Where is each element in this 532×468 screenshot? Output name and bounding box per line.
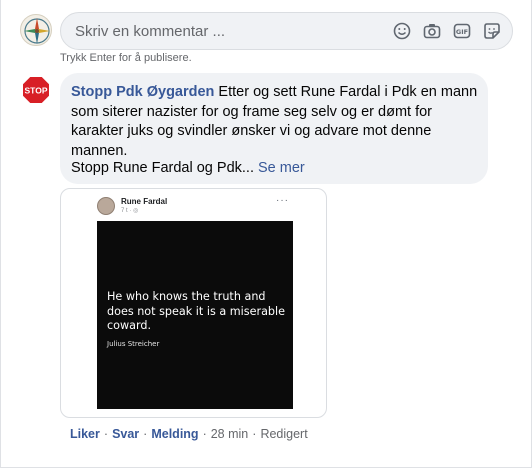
post-author-avatar	[97, 197, 115, 215]
separator-dot: ·	[143, 427, 148, 441]
comment-body: Stopp Pdk Øygarden Etter og sett Rune Far…	[71, 83, 481, 161]
comment-text-truncated: Stopp Rune Fardal og Pdk... Se mer	[71, 160, 305, 176]
timestamp[interactable]: 28 min	[211, 427, 249, 441]
attached-image[interactable]: Rune Fardal 7 t · ◎ ··· He who knows the…	[60, 188, 327, 418]
comment-composer[interactable]: Skriv en kommentar ... GIF	[60, 12, 513, 50]
composer-placeholder[interactable]: Skriv en kommentar ...	[75, 23, 225, 40]
stop-sign-text: STOP	[25, 86, 48, 96]
see-more-link[interactable]: Se mer	[258, 160, 305, 176]
sticker-icon[interactable]	[482, 21, 502, 41]
reply-button[interactable]: Svar	[112, 427, 139, 441]
message-button[interactable]: Melding	[151, 427, 198, 441]
edited-label[interactable]: Redigert	[260, 427, 307, 441]
more-options-icon: ···	[276, 195, 289, 206]
user-avatar[interactable]	[20, 14, 52, 46]
separator-dot: ·	[103, 427, 109, 441]
svg-text:GIF: GIF	[456, 28, 468, 36]
compass-rose-icon	[24, 18, 50, 44]
quote-text: He who knows the truth and does not spea…	[107, 290, 286, 332]
comment-author-link[interactable]: Stopp Pdk Øygarden	[71, 84, 214, 100]
comment-section: Skriv en kommentar ... GIF Trykk Enter f…	[0, 0, 532, 468]
like-button[interactable]: Liker	[70, 427, 100, 441]
emoji-icon[interactable]	[392, 21, 412, 41]
quote-image: He who knows the truth and does not spea…	[97, 221, 293, 409]
separator-dot: ·	[202, 427, 207, 441]
comment-actions: Liker · Svar · Melding · 28 min · Redige…	[70, 427, 308, 441]
gif-icon[interactable]: GIF	[452, 21, 472, 41]
composer-hint: Trykk Enter for å publisere.	[60, 52, 192, 64]
stop-sign-icon: STOP	[20, 74, 52, 106]
comment-text-2: Stopp Rune Fardal og Pdk...	[71, 160, 254, 176]
comment-bubble: Stopp Pdk Øygarden Etter og sett Rune Far…	[60, 73, 488, 184]
post-meta: 7 t · ◎	[121, 208, 139, 214]
post-author-name: Rune Fardal	[121, 197, 168, 206]
quote-author: Julius Streicher	[107, 340, 160, 348]
camera-icon[interactable]	[422, 21, 442, 41]
commenter-avatar[interactable]: STOP	[20, 74, 52, 106]
separator-dot: ·	[252, 427, 257, 441]
